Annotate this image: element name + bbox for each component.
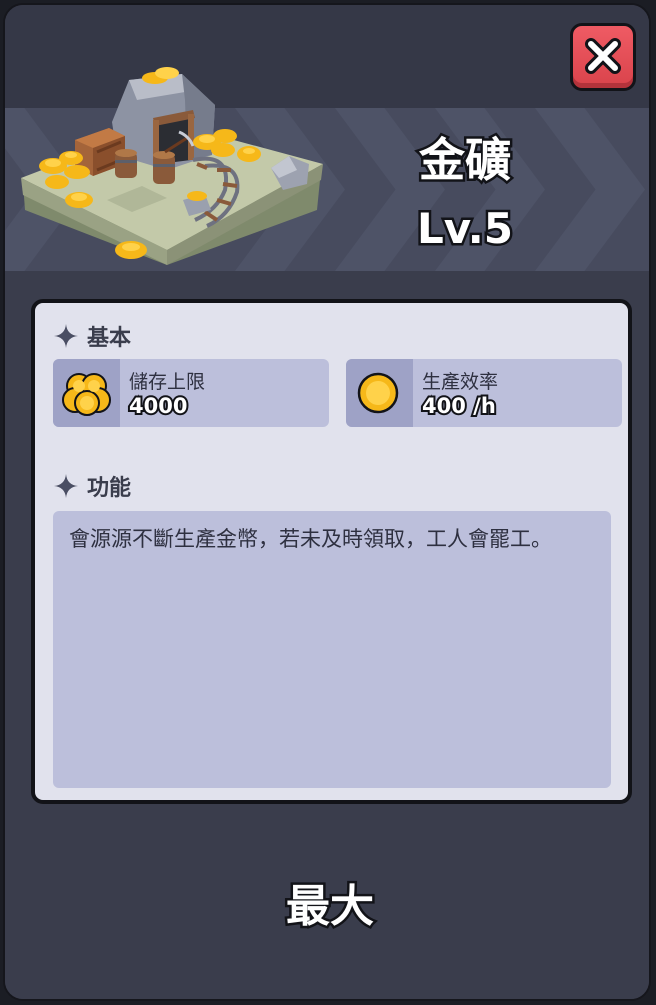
close-icon[interactable] (583, 36, 623, 76)
building-description: 會源源不斷生產金幣，若未及時領取，工人會罷工。 (69, 527, 552, 551)
sparkle-icon (54, 474, 78, 498)
stat-value: 4000 (127, 392, 189, 420)
gold-coin-icon (357, 372, 399, 414)
stat-production-rate: 生產效率 400 /h (346, 359, 622, 427)
building-level: Lv.5 (415, 202, 516, 256)
stat-label: 生產效率 (422, 371, 499, 393)
section-title: 功能 (87, 476, 132, 501)
max-level-label: 最大 (284, 879, 377, 935)
sparkle-icon (54, 324, 78, 348)
stat-icon-box (346, 359, 413, 427)
description-box: 會源源不斷生產金幣，若未及時領取，工人會罷工。 (53, 511, 611, 788)
gold-coins-stack-icon (62, 373, 111, 416)
section-header-basic: 基本 (53, 321, 131, 351)
building-name: 金礦 (417, 131, 514, 190)
stat-value: 400 /h (420, 392, 498, 420)
stat-label: 儲存上限 (129, 371, 206, 393)
section-title: 基本 (87, 326, 132, 351)
section-header-function: 功能 (53, 471, 131, 501)
gold-mine-illustration (21, 67, 323, 265)
info-card: 基本 儲存上限 4000 生產效率 400 /h 功能 會源源不斷生產金幣，若未… (31, 299, 632, 804)
building-info-panel: 金礦 Lv.5 基本 儲存上限 4000 生產效率 400 /h 功能 會源源不… (3, 3, 651, 1001)
stat-storage-limit: 儲存上限 4000 (53, 359, 329, 427)
stat-icon-box (53, 359, 120, 427)
close-button[interactable] (570, 23, 636, 91)
